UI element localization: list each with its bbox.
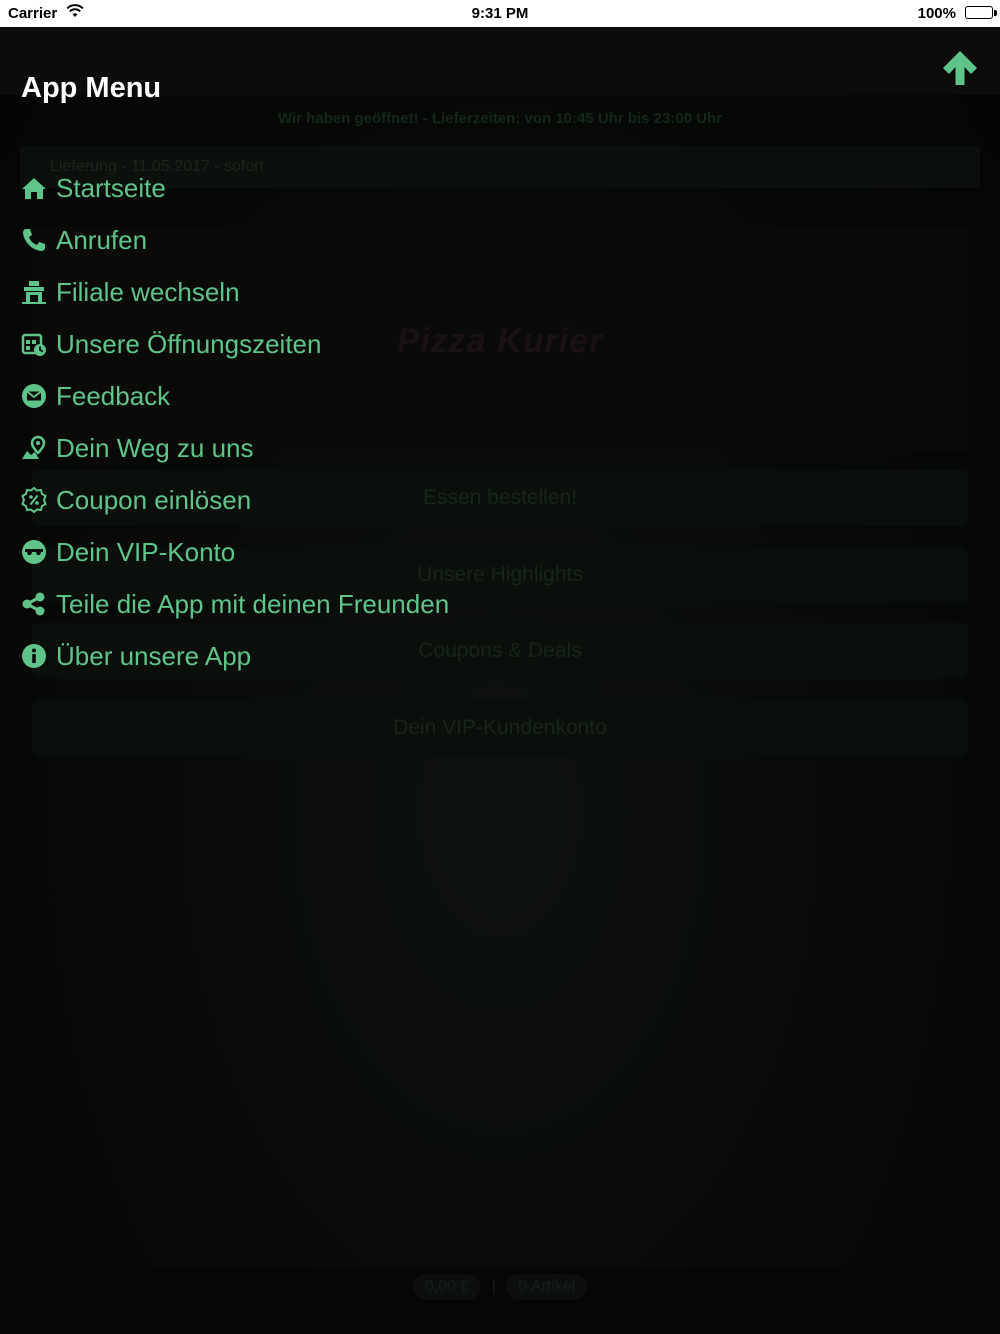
store-icon xyxy=(20,278,48,306)
menu-item-startseite[interactable]: Startseite xyxy=(20,162,620,214)
menu-list: Startseite Anrufen Filiale wechseln Unse… xyxy=(20,162,620,682)
menu-item-coupon[interactable]: Coupon einlösen xyxy=(20,474,620,526)
battery-percent: 100% xyxy=(917,5,956,22)
close-menu-button[interactable] xyxy=(940,48,980,88)
clock-label: 9:31 PM xyxy=(471,5,529,22)
menu-item-oeffnungszeiten[interactable]: Unsere Öffnungszeiten xyxy=(20,318,620,370)
cart-summary: 0,00 € | 0 Artikel xyxy=(0,1274,1000,1300)
menu-item-label: Anrufen xyxy=(56,224,148,255)
phone-icon xyxy=(20,226,48,254)
menu-item-ueber[interactable]: Über unsere App xyxy=(20,630,620,682)
opening-notice: Wir haben geöffnet! - Lieferzeiten: von … xyxy=(277,110,723,127)
battery-icon xyxy=(965,6,993,19)
cart-items: 0 Artikel xyxy=(506,1274,588,1300)
cart-separator: | xyxy=(491,1278,496,1295)
coupon-icon xyxy=(20,486,48,514)
menu-item-label: Dein VIP-Konto xyxy=(56,536,236,567)
menu-item-feedback[interactable]: Feedback xyxy=(20,370,620,422)
info-icon xyxy=(20,642,48,670)
menu-item-label: Unsere Öffnungszeiten xyxy=(56,328,322,359)
menu-item-anrufen[interactable]: Anrufen xyxy=(20,214,620,266)
menu-item-label: Coupon einlösen xyxy=(56,484,252,515)
home-icon xyxy=(20,174,48,202)
share-icon xyxy=(20,590,48,618)
menu-item-label: Über unsere App xyxy=(56,640,252,671)
map-marker-icon xyxy=(20,434,48,462)
status-bar: Carrier 9:31 PM 100% xyxy=(0,0,1000,27)
cart-total: 0,00 € xyxy=(412,1274,482,1300)
menu-item-teilen[interactable]: Teile die App mit deinen Freunden xyxy=(20,578,620,630)
menu-item-vip[interactable]: Dein VIP-Konto xyxy=(20,526,620,578)
menu-item-label: Teile die App mit deinen Freunden xyxy=(56,588,450,619)
menu-title: App Menu xyxy=(21,72,162,104)
vip-account-button: Dein VIP-Kundenkonto xyxy=(32,700,968,756)
menu-item-label: Dein Weg zu uns xyxy=(56,432,254,463)
menu-item-label: Feedback xyxy=(56,380,171,411)
menu-item-weg[interactable]: Dein Weg zu uns xyxy=(20,422,620,474)
arrow-up-icon xyxy=(943,51,977,85)
calendar-icon xyxy=(20,330,48,358)
menu-item-label: Startseite xyxy=(56,172,166,203)
menu-item-filiale[interactable]: Filiale wechseln xyxy=(20,266,620,318)
menu-item-label: Filiale wechseln xyxy=(56,276,240,307)
envelope-icon xyxy=(20,382,48,410)
vip-icon xyxy=(20,538,48,566)
battery-cap xyxy=(994,10,997,16)
